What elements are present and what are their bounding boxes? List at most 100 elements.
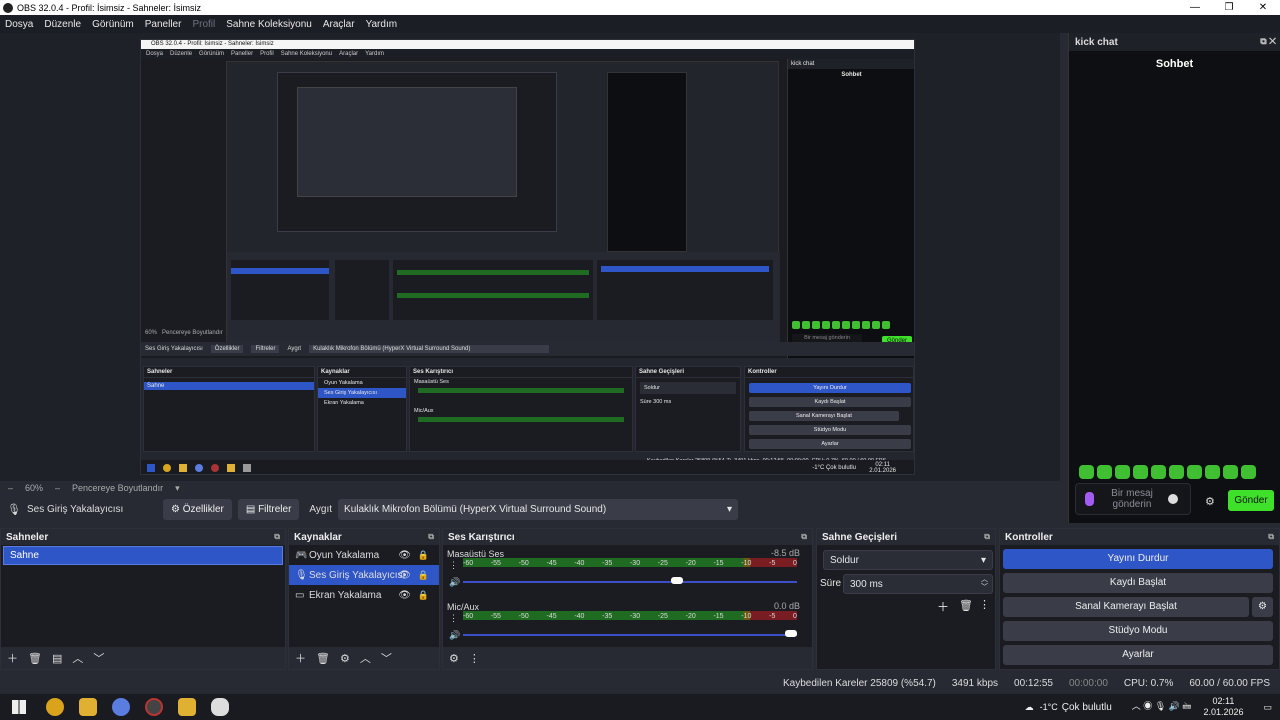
chevron-up-icon[interactable]: ︿ [360, 650, 371, 666]
emote-icon[interactable] [1115, 465, 1130, 479]
mixer-channel-desktop: Masaüstü Ses -8.5 dB ⋮ -60 -55 -50 -45 -40 -3… [447, 548, 802, 596]
transition-select[interactable]: Soldur ▾ [823, 550, 993, 570]
weather-icon[interactable]: ☁ [1025, 702, 1034, 713]
zoom-out-icon[interactable]: – [8, 483, 13, 493]
menu-help[interactable]: Yardım [366, 19, 398, 30]
maximize-button[interactable]: ❐ [1212, 0, 1246, 15]
speaker-icon[interactable]: 🔊 [449, 577, 460, 588]
start-virtual-camera-button[interactable]: Sanal Kamerayı Başlat [1003, 597, 1249, 617]
trash-icon[interactable]: 🗑 [316, 652, 330, 665]
chevron-down-icon[interactable]: ﹀ [93, 650, 104, 666]
chat-send-button[interactable]: Gönder [1228, 490, 1274, 511]
speaker-icon[interactable]: 🔊 [449, 630, 460, 641]
obs-taskbar-icon[interactable] [145, 698, 163, 716]
scene-item[interactable]: Sahne [3, 546, 283, 565]
sources-title: Kaynaklar [294, 531, 342, 543]
microphone-icon: 🎙 [295, 569, 308, 581]
filter-icon[interactable]: ▤ [52, 652, 62, 665]
preview-canvas[interactable]: OBS 32.0.4 - Profil: İsimsiz - Sahneler:… [140, 39, 915, 475]
windows-start-icon[interactable] [12, 700, 26, 714]
menu-docks[interactable]: Paneller [145, 19, 182, 30]
tray-icons[interactable]: ︿ ◉ 🎙 🔊 🖮 [1132, 699, 1192, 715]
chat-settings-gear-icon[interactable]: ⚙ [1205, 495, 1215, 508]
more-icon[interactable]: ⋮ [449, 613, 458, 624]
fit-to-window-select[interactable]: Pencereye Boyutlandır [72, 483, 163, 493]
trash-icon[interactable]: 🗑 [28, 652, 42, 665]
menu-scene-collection[interactable]: Sahne Koleksiyonu [226, 19, 312, 30]
notifications-icon[interactable]: ▭ [1263, 702, 1272, 713]
chevron-up-icon[interactable]: ︿ [72, 650, 83, 666]
source-item-audio-input[interactable]: 🎙 Ses Giriş Yakalayıcısı 👁 🔒 [289, 565, 439, 585]
microphone-icon[interactable] [1085, 492, 1094, 506]
menu-edit[interactable]: Düzenle [44, 19, 81, 30]
popout-icon[interactable]: ⧉ [984, 532, 990, 542]
filters-button[interactable]: ▤ Filtreler [237, 499, 300, 520]
emote-icon[interactable] [1097, 465, 1112, 479]
menu-profile[interactable]: Profil [192, 19, 215, 30]
emote-icon[interactable] [1187, 465, 1202, 479]
volume-slider[interactable] [463, 634, 797, 636]
eye-icon[interactable]: 👁 [398, 570, 411, 581]
minimize-button[interactable]: — [1178, 0, 1212, 15]
add-icon[interactable]: ＋ [937, 598, 949, 615]
zoom-level[interactable]: 60% [25, 483, 43, 493]
system-tray: ☁ -1°C Çok bulutlu ︿ ◉ 🎙 🔊 🖮 02:11 2.01.2… [1025, 696, 1272, 718]
emoji-icon[interactable] [1168, 494, 1178, 504]
virtual-camera-gear-icon[interactable]: ⚙ [1252, 597, 1273, 617]
dock-popout-close-icons[interactable]: ⧉ ✕ [1260, 36, 1276, 47]
shield-icon[interactable] [211, 698, 229, 716]
emote-icon[interactable] [1205, 465, 1220, 479]
lock-icon[interactable]: 🔒 [418, 570, 429, 581]
emote-icon[interactable] [1151, 465, 1166, 479]
properties-button[interactable]: ⚙ Özellikler [162, 499, 232, 520]
volume-slider-knob[interactable] [785, 630, 797, 637]
discord-icon[interactable] [112, 698, 130, 716]
meter-ticks: -60 -55 -50 -45 -40 -35 -30 -25 -20 -15 -10 -5 0 [463, 613, 797, 620]
emote-icon[interactable] [1079, 465, 1094, 479]
more-icon[interactable]: ⋮ [979, 598, 990, 611]
add-icon[interactable]: ＋ [7, 650, 18, 666]
source-item-display-capture[interactable]: ▭ Ekran Yakalama 👁 🔒 [289, 585, 439, 605]
emote-bar[interactable] [1079, 465, 1256, 479]
eye-icon[interactable]: 👁 [398, 550, 411, 561]
gear-icon[interactable]: ⚙ [340, 652, 350, 665]
popout-icon[interactable]: ⧉ [1268, 532, 1274, 542]
clock[interactable]: 02:11 2.01.2026 [1203, 696, 1243, 718]
emote-icon[interactable] [1241, 465, 1256, 479]
menu-view[interactable]: Görünüm [92, 19, 134, 30]
chevron-down-icon[interactable]: ﹀ [381, 650, 392, 666]
popout-icon[interactable]: ⧉ [274, 532, 280, 542]
app-icon[interactable] [178, 698, 196, 716]
emote-icon[interactable] [1223, 465, 1238, 479]
trash-icon[interactable]: 🗑 [959, 599, 973, 612]
menu-tools[interactable]: Araçlar [323, 19, 355, 30]
settings-button[interactable]: Ayarlar [1003, 645, 1273, 665]
file-explorer-icon[interactable] [79, 698, 97, 716]
close-button[interactable]: ✕ [1246, 0, 1280, 15]
menu-file[interactable]: Dosya [5, 19, 33, 30]
start-recording-button[interactable]: Kaydı Başlat [1003, 573, 1273, 593]
popout-icon[interactable]: ⧉ [428, 532, 434, 542]
emote-icon[interactable] [1133, 465, 1148, 479]
zoom-in-icon[interactable]: – [55, 483, 60, 493]
emote-icon[interactable] [1169, 465, 1184, 479]
chrome-icon[interactable] [46, 698, 64, 716]
studio-mode-button[interactable]: Stüdyo Modu [1003, 621, 1273, 641]
volume-slider-knob[interactable] [671, 577, 684, 584]
chevron-down-icon[interactable]: ▾ [175, 483, 180, 494]
volume-slider[interactable] [463, 581, 797, 583]
lock-icon[interactable]: 🔒 [418, 590, 429, 601]
lock-icon[interactable]: 🔒 [418, 550, 429, 561]
stop-streaming-button[interactable]: Yayını Durdur [1003, 549, 1273, 569]
popout-icon[interactable]: ⧉ [801, 532, 807, 542]
device-select[interactable]: Kulaklık Mikrofon Bölümü (HyperX Virtual… [338, 499, 739, 520]
more-icon[interactable]: ⋮ [449, 560, 458, 571]
chat-message-input[interactable]: Bir mesaj gönderin [1075, 483, 1191, 515]
spin-arrows-icon[interactable]: ︿ ﹀ [981, 576, 988, 592]
source-item-game-capture[interactable]: 🎮 Oyun Yakalama 👁 🔒 [289, 545, 439, 565]
advanced-audio-icon[interactable]: ⚙ [449, 652, 459, 665]
eye-icon[interactable]: 👁 [398, 590, 411, 601]
add-icon[interactable]: ＋ [295, 650, 306, 666]
duration-spinbox[interactable]: 300 ms ︿ ﹀ [843, 574, 993, 594]
more-icon[interactable]: ⋮ [469, 652, 480, 665]
